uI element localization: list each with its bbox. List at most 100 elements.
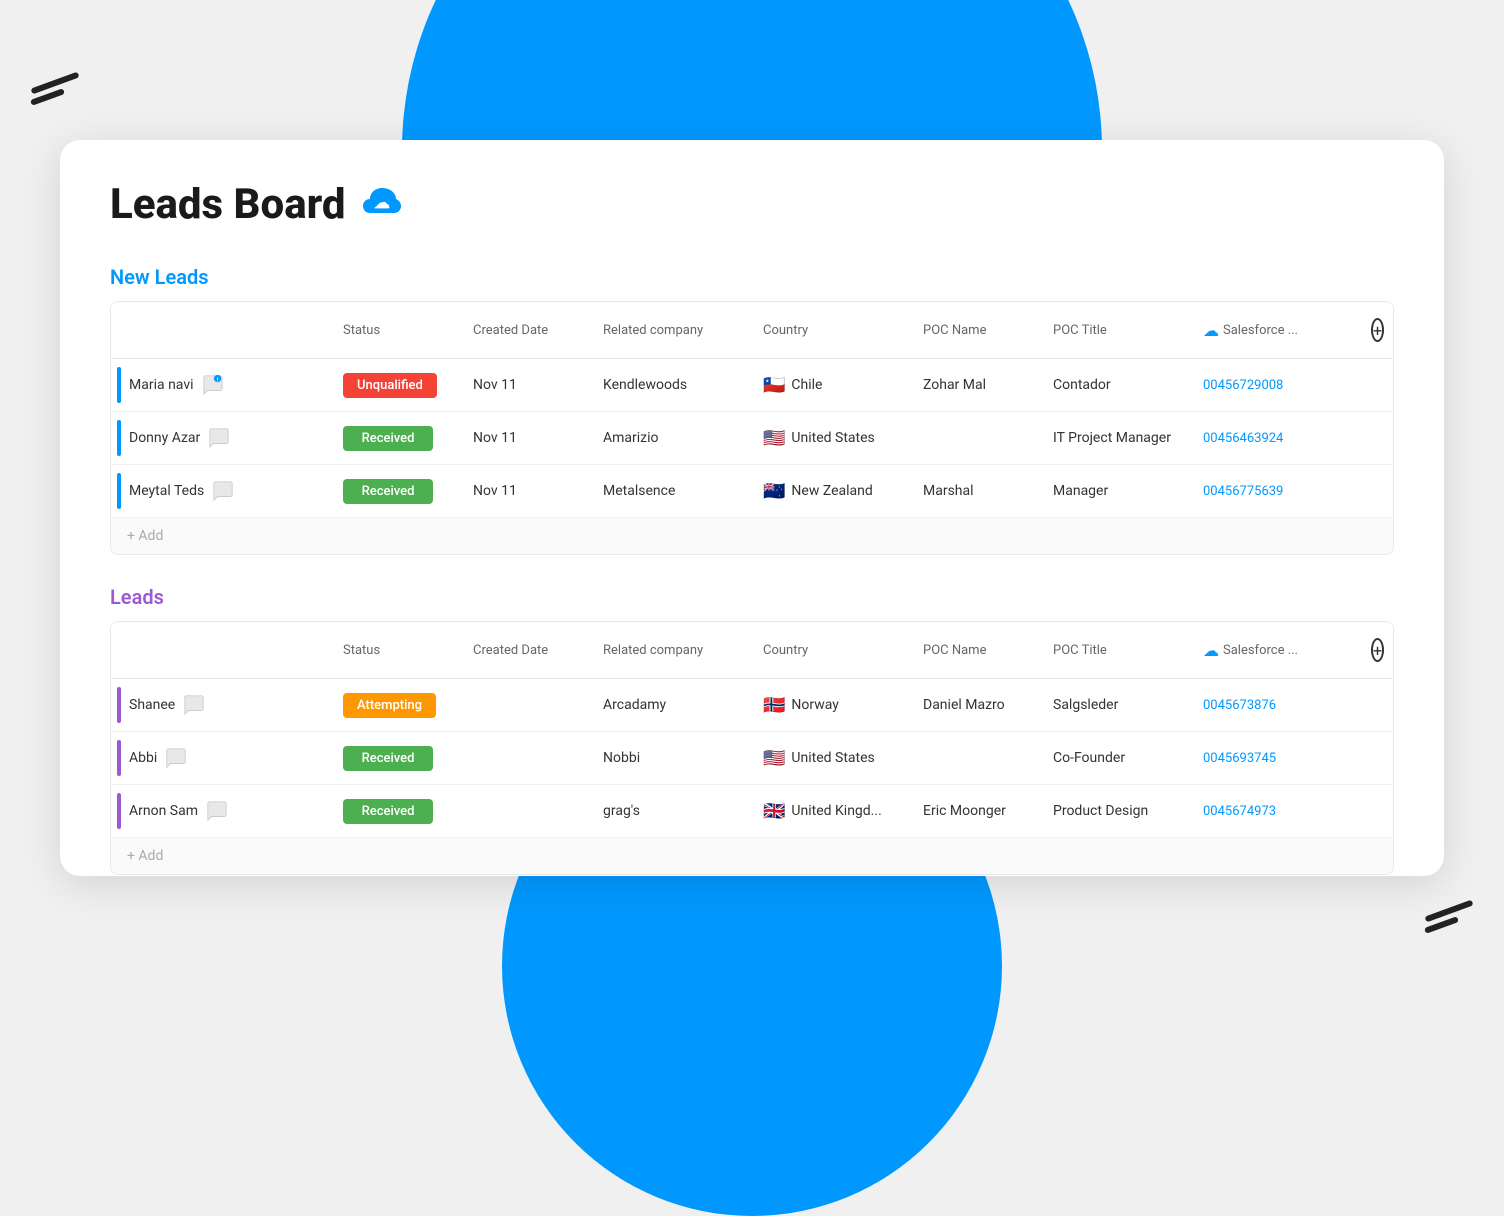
new-leads-header: New Leads: [110, 265, 1394, 289]
salesforce-link-1[interactable]: 00456729008: [1203, 378, 1283, 393]
salesforce-link-2[interactable]: 00456463924: [1203, 431, 1283, 446]
name-text-2: Donny Azar: [129, 430, 200, 446]
name-cell-3: Meytal Teds: [111, 465, 331, 517]
leads-extra-cell-1: [1351, 697, 1391, 713]
table-row: Donny Azar Received Nov 11 Amarizio 🇺🇸 U…: [111, 412, 1393, 465]
poc-name-cell-1: Zohar Mal: [911, 369, 1041, 401]
leads-country-cell-1: 🇳🇴 Norway: [751, 687, 911, 724]
poc-title-cell-3: Manager: [1041, 475, 1191, 507]
flag-us-1: 🇺🇸: [763, 428, 785, 449]
leads-add-row[interactable]: + Add: [111, 838, 1393, 874]
leads-poc-name-cell-2: [911, 750, 1041, 766]
table-row: Meytal Teds Received Nov 11 Metalsence 🇳…: [111, 465, 1393, 518]
leads-salesforce-link-1[interactable]: 0045673876: [1203, 698, 1276, 713]
salesforce-cell-2[interactable]: 00456463924: [1191, 423, 1351, 454]
svg-text:☁: ☁: [374, 193, 390, 212]
leads-chat-icon-3: [206, 800, 228, 822]
flag-norway: 🇳🇴: [763, 695, 785, 716]
leads-country-cell-3: 🇬🇧 United Kingd...: [751, 793, 911, 830]
add-column-button-1[interactable]: +: [1371, 318, 1384, 342]
status-badge-1: Unqualified: [343, 373, 437, 398]
table-row: Shanee Attempting Arcadamy 🇳🇴 Norway Dan…: [111, 679, 1393, 732]
leads-salesforce-cell-1[interactable]: 0045673876: [1191, 690, 1351, 721]
leads-name-text-2: Abbi: [129, 750, 157, 766]
leads-poc-name-cell-3: Eric Moonger: [911, 795, 1041, 827]
leads-date-cell-1: [461, 697, 591, 713]
page-title-row: Leads Board ☁: [110, 180, 1394, 229]
leads-salesforce-cell-3[interactable]: 0045674973: [1191, 796, 1351, 827]
row-accent-1: [117, 367, 121, 403]
chat-notification-icon: !: [202, 374, 224, 396]
new-leads-add-label[interactable]: + Add: [127, 528, 163, 544]
leads-section: Leads Status Created Date Related compan…: [110, 585, 1394, 875]
main-card: Leads Board ☁ New Leads Status Created D…: [60, 140, 1444, 876]
leads-title: Leads: [110, 585, 164, 609]
leads-date-cell-2: [461, 750, 591, 766]
new-leads-add-row[interactable]: + Add: [111, 518, 1393, 554]
leads-company-cell-2: Nobbi: [591, 742, 751, 774]
cloud-icon: ☁: [359, 182, 405, 228]
leads-add-label[interactable]: + Add: [127, 848, 163, 864]
th-name-1: [111, 312, 331, 348]
extra-cell-3: [1351, 483, 1391, 499]
chat-icon-3: [212, 480, 234, 502]
date-cell-3: Nov 11: [461, 475, 591, 507]
row-accent-3: [117, 473, 121, 509]
extra-cell-1: [1351, 377, 1391, 393]
th-poc-title-1: POC Title: [1041, 312, 1191, 348]
leads-name-cell-2: Abbi: [111, 732, 331, 784]
leads-salesforce-link-3[interactable]: 0045674973: [1203, 804, 1276, 819]
leads-status-cell-1: Attempting: [331, 685, 461, 726]
leads-status-badge-1: Attempting: [343, 693, 436, 718]
leads-salesforce-cell-2[interactable]: 0045693745: [1191, 743, 1351, 774]
add-column-button-2[interactable]: +: [1371, 638, 1384, 662]
flag-uk: 🇬🇧: [763, 801, 785, 822]
th-poc-name-1: POC Name: [911, 312, 1041, 348]
chat-icon-2: [208, 427, 230, 449]
th-country-2: Country: [751, 632, 911, 668]
th-salesforce-1: ☁ Salesforce ...: [1191, 312, 1351, 348]
flag-us-2: 🇺🇸: [763, 748, 785, 769]
new-leads-section: New Leads Status Created Date Related co…: [110, 265, 1394, 555]
th-salesforce-2: ☁ Salesforce ...: [1191, 632, 1351, 668]
leads-name-text-1: Shanee: [129, 697, 175, 713]
leads-poc-name-cell-1: Daniel Mazro: [911, 689, 1041, 721]
company-cell-3: Metalsence: [591, 475, 751, 507]
name-cell-2: Donny Azar: [111, 412, 331, 464]
flag-nz: 🇳🇿: [763, 481, 785, 502]
new-leads-table: Status Created Date Related company Coun…: [110, 301, 1394, 555]
status-badge-3: Received: [343, 479, 433, 504]
leads-country-cell-2: 🇺🇸 United States: [751, 740, 911, 777]
leads-status-cell-3: Received: [331, 791, 461, 832]
leads-header: Leads: [110, 585, 1394, 609]
new-leads-table-header: Status Created Date Related company Coun…: [111, 302, 1393, 359]
page-title: Leads Board: [110, 180, 345, 229]
table-row: Abbi Received Nobbi 🇺🇸 United States Co-…: [111, 732, 1393, 785]
salesforce-link-3[interactable]: 00456775639: [1203, 484, 1283, 499]
salesforce-cell-1[interactable]: 00456729008: [1191, 370, 1351, 401]
leads-poc-title-cell-1: Salgsleder: [1041, 689, 1191, 721]
leads-status-badge-3: Received: [343, 799, 433, 824]
leads-chat-icon-1: [183, 694, 205, 716]
country-cell-3: 🇳🇿 New Zealand: [751, 473, 911, 510]
leads-salesforce-link-2[interactable]: 0045693745: [1203, 751, 1276, 766]
leads-extra-cell-3: [1351, 803, 1391, 819]
leads-row-accent-2: [117, 740, 121, 776]
table-row: Arnon Sam Received grag's 🇬🇧 United King…: [111, 785, 1393, 838]
company-cell-2: Amarizio: [591, 422, 751, 454]
date-cell-2: Nov 11: [461, 422, 591, 454]
status-cell-3: Received: [331, 471, 461, 512]
leads-name-cell-3: Arnon Sam: [111, 785, 331, 837]
salesforce-cell-3[interactable]: 00456775639: [1191, 476, 1351, 507]
leads-date-cell-3: [461, 803, 591, 819]
leads-table: Status Created Date Related company Coun…: [110, 621, 1394, 875]
th-date-1: Created Date: [461, 312, 591, 348]
deco-bottom-right: [1424, 908, 1474, 936]
th-poc-title-2: POC Title: [1041, 632, 1191, 668]
date-cell-1: Nov 11: [461, 369, 591, 401]
name-text-3: Meytal Teds: [129, 483, 204, 499]
poc-title-cell-1: Contador: [1041, 369, 1191, 401]
th-country-1: Country: [751, 312, 911, 348]
leads-name-text-3: Arnon Sam: [129, 803, 198, 819]
name-cell-1: Maria navi !: [111, 359, 331, 411]
